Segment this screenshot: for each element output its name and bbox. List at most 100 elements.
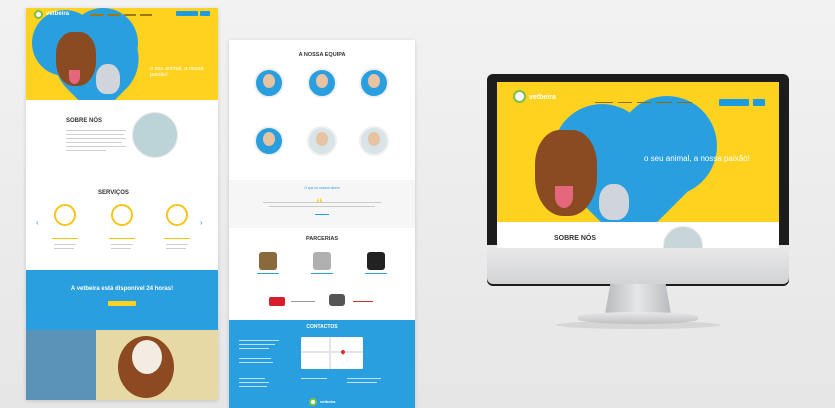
nav-link[interactable] (108, 14, 120, 16)
nav-link[interactable] (140, 14, 152, 16)
appointment-button[interactable] (176, 11, 198, 16)
text-line (66, 138, 126, 140)
about-section: SOBRE NÓS (497, 222, 779, 248)
testimonials-title: O que os nossos dizem (304, 186, 340, 190)
nav-link[interactable] (637, 102, 651, 104)
info-line (347, 378, 381, 380)
services-title: SERVIÇOS (98, 190, 129, 196)
hours-line (239, 378, 265, 380)
homepage-mockup-left: vetbeira o seu animal, a nossa paixão! S… (26, 8, 218, 400)
team-photo (132, 112, 178, 158)
language-button[interactable] (753, 99, 765, 106)
address-line (239, 348, 269, 350)
service-icon[interactable] (54, 204, 76, 226)
monitor-screen: vetbeira o seu animal, a nossa paixão! S… (497, 82, 779, 248)
text-line (166, 244, 188, 246)
quote-author (315, 214, 329, 216)
nav-link[interactable] (677, 102, 692, 104)
partner-logo[interactable] (367, 252, 385, 270)
spaniel-face (132, 340, 162, 374)
cat-image (96, 64, 120, 94)
team-photo (663, 226, 703, 248)
text-line (66, 146, 126, 148)
service-icon[interactable] (166, 204, 188, 226)
member-face (263, 132, 275, 146)
cat-image (599, 184, 629, 220)
text-line (66, 134, 124, 136)
map-road (329, 337, 331, 369)
service-icon[interactable] (111, 204, 133, 226)
availability-banner: A vetbeira está disponível 24 horas! (26, 270, 218, 330)
monitor-base (578, 312, 698, 324)
about-section: SOBRE NÓS (26, 100, 218, 178)
brand-logo[interactable] (269, 297, 285, 306)
partners-title: PARCERIAS (306, 236, 338, 242)
nav-link[interactable] (618, 102, 632, 104)
quote-line (263, 202, 381, 204)
text-line (166, 248, 186, 250)
service-label (52, 238, 78, 240)
vetbeira-logo-icon[interactable] (513, 90, 526, 103)
services-section: SERVIÇOS ‹ › (26, 178, 218, 270)
contact-title: CONTACTOS (306, 324, 338, 330)
team-member (251, 68, 287, 108)
brand-logo[interactable] (353, 301, 373, 303)
address-line (239, 344, 275, 346)
hours-line (239, 386, 267, 388)
monitor-chin (487, 245, 789, 284)
team-section: A NOSSA EQUIPA (229, 40, 415, 180)
banner-button[interactable] (108, 301, 136, 306)
service-label (164, 238, 190, 240)
partner-logo[interactable] (259, 252, 277, 270)
banner-title: A vetbeira está disponível 24 horas! (70, 286, 174, 292)
logo-text: vetbeira (46, 11, 70, 17)
quote-line (269, 206, 375, 208)
dog-tongue (69, 70, 80, 84)
text-line (66, 150, 106, 152)
team-member (251, 126, 287, 166)
hero-tagline: o seu animal, a nossa paixão! (644, 154, 750, 163)
team-title: A NOSSA EQUIPA (298, 52, 346, 58)
brand-logo[interactable] (291, 301, 315, 303)
social-line (301, 378, 327, 380)
hours-line (239, 382, 269, 384)
logo-text: vetbeira (529, 94, 556, 101)
member-face (316, 132, 328, 146)
vetbeira-logo-icon[interactable] (309, 398, 317, 406)
footer-logo-text: vetbeira (320, 399, 336, 404)
arrow-right-icon[interactable]: › (200, 218, 203, 227)
text-line (54, 248, 74, 250)
member-face (368, 74, 380, 88)
text-line (66, 142, 122, 144)
partner-caption (365, 273, 387, 275)
team-member (356, 68, 392, 108)
map-road (301, 351, 363, 353)
partner-caption (257, 273, 279, 275)
text-line (54, 244, 76, 246)
nav-link[interactable] (595, 102, 613, 104)
nav-link[interactable] (124, 14, 136, 16)
nav-link[interactable] (656, 102, 672, 104)
arrow-left-icon[interactable]: ‹ (36, 218, 39, 227)
location-map[interactable] (301, 337, 363, 369)
testimonials-section: O que os nossos dizem “ (229, 180, 415, 228)
vetbeira-logo-icon[interactable] (34, 10, 43, 19)
nav-link[interactable] (90, 14, 104, 16)
member-face (263, 74, 275, 88)
contact-section: CONTACTOS vetbeira (229, 320, 415, 408)
top-nav: vetbeira (26, 8, 218, 20)
text-line (66, 130, 126, 132)
member-face (316, 74, 328, 88)
about-title: SOBRE NÓS (66, 118, 103, 124)
brand-logo[interactable] (329, 294, 345, 306)
text-line (111, 248, 131, 250)
dog-tongue (555, 186, 573, 208)
spaniel-photo (26, 330, 218, 400)
partner-logo[interactable] (313, 252, 331, 270)
email-line (239, 362, 273, 364)
language-button[interactable] (200, 11, 210, 16)
monitor-stand (605, 284, 671, 314)
team-page-mockup: A NOSSA EQUIPA O que os nossos dizem “ P… (229, 40, 415, 408)
appointment-button[interactable] (719, 99, 749, 106)
phone-line (239, 358, 271, 360)
